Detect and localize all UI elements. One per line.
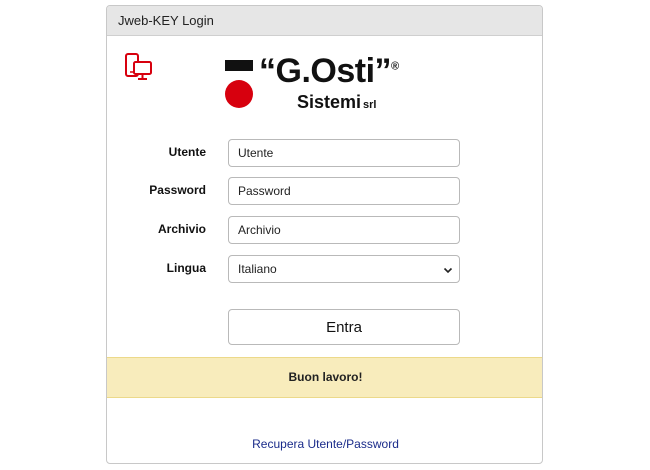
- status-message: Buon lavoro!: [107, 357, 542, 398]
- language-selected: Italiano: [238, 262, 277, 276]
- language-select[interactable]: Italiano: [228, 255, 460, 283]
- panel-title: Jweb-KEY Login: [107, 6, 542, 36]
- user-label: Utente: [168, 145, 206, 159]
- archive-row: Archivio: [107, 216, 542, 244]
- language-label: Lingua: [166, 261, 206, 275]
- user-input[interactable]: [228, 139, 460, 167]
- login-button[interactable]: Entra: [228, 309, 460, 345]
- logo-subtitle: Sistemi srl: [297, 92, 377, 112]
- logo-dot: [225, 80, 253, 108]
- user-row: Utente: [107, 139, 542, 167]
- archive-label: Archivio: [157, 222, 206, 236]
- password-input[interactable]: [228, 177, 460, 205]
- company-logo: “G.Osti”® Sistemi srl: [225, 52, 430, 116]
- login-panel: Jweb-KEY Login “G.Osti”® Sistemi srl Uten…: [106, 5, 543, 464]
- password-row: Password: [107, 177, 542, 205]
- logo-bar: [225, 60, 253, 71]
- archive-input[interactable]: [228, 216, 460, 244]
- password-label: Password: [149, 183, 206, 197]
- recover-credentials-link[interactable]: Recupera Utente/Password: [107, 437, 542, 451]
- devices-icon: [124, 52, 154, 82]
- chevron-down-icon: [443, 264, 453, 274]
- language-row: Lingua Italiano: [107, 255, 542, 283]
- logo-name: “G.Osti”®: [259, 52, 399, 90]
